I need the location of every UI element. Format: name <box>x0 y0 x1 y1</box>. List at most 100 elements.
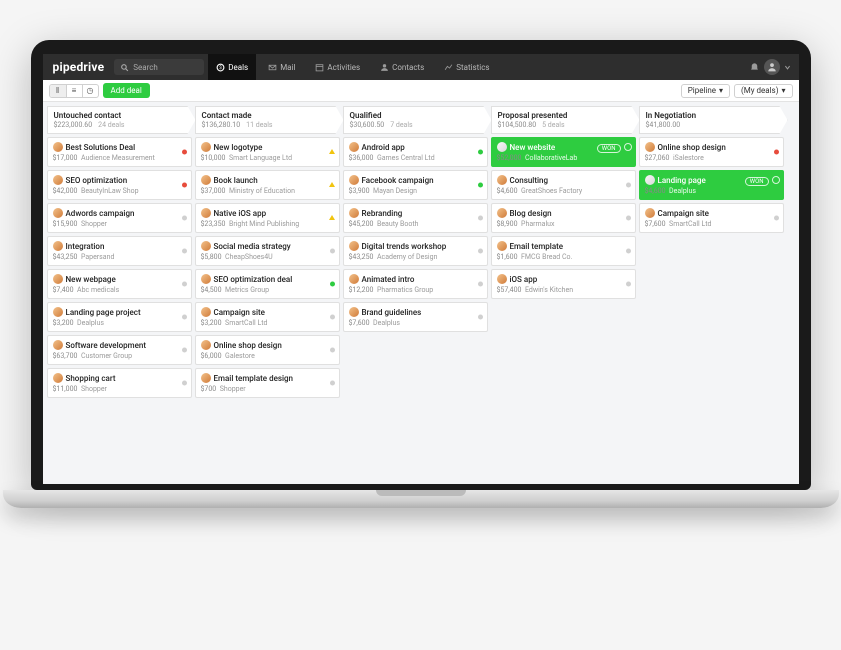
mydeals-filter[interactable]: (My deals) ▾ <box>734 84 792 98</box>
deal-card[interactable]: Brand guidelines$7,600 Dealplus <box>343 302 488 332</box>
deal-subline: $52,000 CollaborativeLab <box>497 154 630 162</box>
pipeline-column: Contact made$136,280.1011 deals New logot… <box>195 106 343 398</box>
deal-org: Mayan Design <box>373 187 417 195</box>
view-forecast-icon[interactable]: ◷ <box>82 85 98 97</box>
deal-card[interactable]: New logotype $10,000 Smart Language Ltd <box>195 137 340 167</box>
deal-title: Online shop design <box>214 341 282 350</box>
deal-card[interactable]: Adwords campaign$15,900 Shopper <box>47 203 192 233</box>
add-deal-button[interactable]: Add deal <box>103 83 150 98</box>
column-count: 11 deals <box>246 121 272 129</box>
person-avatar <box>349 274 359 284</box>
deal-title: Email template <box>510 242 564 251</box>
deal-amount: $15,900 <box>53 220 78 228</box>
chevron-down-icon[interactable] <box>784 64 791 71</box>
deal-card[interactable]: Shopping cart$11,000 Shopper <box>47 368 192 398</box>
deal-subline: $27,060 iSalestore <box>645 154 778 162</box>
deal-card[interactable]: Blog design$8,900 Pharmalux <box>491 203 636 233</box>
deal-card[interactable]: Software development$63,700 Customer Gro… <box>47 335 192 365</box>
pipeline-board: Untouched contact$223,000.6024 deals Best… <box>43 102 799 402</box>
won-indicator-icon <box>624 143 632 151</box>
column-header[interactable]: In Negotiation$41,800.00 <box>639 106 788 134</box>
deal-amount: $5,800 <box>201 253 222 261</box>
nav-mail[interactable]: Mail <box>260 54 303 80</box>
deal-card[interactable]: Rebranding$45,200 Beauty Booth <box>343 203 488 233</box>
toolbar: ǁ ≡ ◷ Add deal Pipeline ▾ (My deals) ▾ <box>43 80 799 102</box>
deal-card[interactable]: Best Solutions Deal$17,000 Audience Meas… <box>47 137 192 167</box>
deal-card[interactable]: iOS app$57,400 Edwin's Kitchen <box>491 269 636 299</box>
deal-card[interactable]: Native iOS app$23,350 Bright Mind Publis… <box>195 203 340 233</box>
won-badge: WON <box>597 144 621 153</box>
person-avatar <box>201 274 211 284</box>
deal-card[interactable]: Email template design$700 Shopper <box>195 368 340 398</box>
status-indicator-icon <box>626 183 631 188</box>
deal-card[interactable]: Android app$36,000 Games Central Ltd <box>343 137 488 167</box>
deal-card[interactable]: SEO optimization$42,000 BeautyInLaw Shop <box>47 170 192 200</box>
user-menu[interactable] <box>764 59 780 75</box>
view-toggle: ǁ ≡ ◷ <box>49 84 99 98</box>
deal-card[interactable]: Email template$1,600 FMCG Bread Co. <box>491 236 636 266</box>
column-header[interactable]: Untouched contact$223,000.6024 deals <box>47 106 196 134</box>
deal-title: New webpage <box>66 275 116 284</box>
laptop-base <box>3 490 839 508</box>
won-indicator-icon <box>772 176 780 184</box>
deal-subline: $10,000 Smart Language Ltd <box>201 154 334 162</box>
pipeline-column: In Negotiation$41,800.00 Online shop desi… <box>639 106 787 398</box>
column-title: Qualified <box>350 111 485 120</box>
person-avatar <box>53 175 63 185</box>
deal-card[interactable]: Integration$43,250 Papersand <box>47 236 192 266</box>
bell-icon[interactable] <box>749 62 760 73</box>
deal-card[interactable]: Landing page$4,600 DealplusWON <box>639 170 784 200</box>
pipeline-filter[interactable]: Pipeline ▾ <box>681 84 730 98</box>
deal-amount: $700 <box>201 385 217 393</box>
column-count: 5 deals <box>542 121 564 129</box>
deal-card[interactable]: Social media strategy$5,800 CheapShoes4U <box>195 236 340 266</box>
nav-deals[interactable]: $ Deals <box>208 54 256 80</box>
deal-subline: $4,600 GreatShoes Factory <box>497 187 630 195</box>
deal-subline: $15,900 Shopper <box>53 220 186 228</box>
status-indicator-icon <box>182 183 187 188</box>
deal-card[interactable]: Consulting$4,600 GreatShoes Factory <box>491 170 636 200</box>
status-indicator-icon <box>626 249 631 254</box>
deal-card[interactable]: Online shop design$27,060 iSalestore <box>639 137 784 167</box>
view-pipeline-icon[interactable]: ǁ <box>50 85 66 97</box>
nav-statistics[interactable]: Statistics <box>436 54 497 80</box>
laptop-frame: pipedrive Search $ Deals Mail Activities <box>31 40 811 508</box>
deal-amount: $6,000 <box>201 352 222 360</box>
deal-title: New logotype <box>214 143 263 152</box>
deal-card[interactable]: Book launch$37,000 Ministry of Education <box>195 170 340 200</box>
deal-card[interactable]: Animated intro$12,200 Pharmatics Group <box>343 269 488 299</box>
person-avatar <box>201 373 211 383</box>
deal-subline: $700 Shopper <box>201 385 334 393</box>
deal-card[interactable]: Online shop design $6,000 Galestore <box>195 335 340 365</box>
deal-title: Brand guidelines <box>362 308 422 317</box>
deal-card[interactable]: SEO optimization deal$4,500 Metrics Grou… <box>195 269 340 299</box>
view-list-icon[interactable]: ≡ <box>66 85 82 97</box>
deal-card[interactable]: Campaign site$3,200 SmartCall Ltd <box>195 302 340 332</box>
mydeals-filter-label: (My deals) <box>741 86 778 95</box>
nav-contacts-label: Contacts <box>392 63 424 72</box>
pipeline-column: Untouched contact$223,000.6024 deals Best… <box>47 106 195 398</box>
column-header[interactable]: Qualified$30,600.507 deals <box>343 106 492 134</box>
nav-activities[interactable]: Activities <box>307 54 368 80</box>
deal-org: FMCG Bread Co. <box>521 253 572 261</box>
person-avatar <box>645 175 655 185</box>
deal-subline: $45,200 Beauty Booth <box>349 220 482 228</box>
column-count: 24 deals <box>98 121 124 129</box>
deal-org: Galestore <box>225 352 255 360</box>
column-header[interactable]: Proposal presented$104,500.805 deals <box>491 106 640 134</box>
deal-card[interactable]: Digital trends workshop$43,250 Academy o… <box>343 236 488 266</box>
deal-org: Bright Mind Publishing <box>229 220 299 228</box>
nav-contacts[interactable]: Contacts <box>372 54 432 80</box>
deal-card[interactable]: Landing page project$3,200 Dealplus <box>47 302 192 332</box>
pipeline-filter-label: Pipeline <box>688 86 716 95</box>
search-box[interactable]: Search <box>114 59 204 75</box>
deal-card[interactable]: Facebook campaign$3,900 Mayan Design <box>343 170 488 200</box>
status-indicator-icon <box>774 216 779 221</box>
deal-amount: $37,000 <box>201 187 226 195</box>
deal-card[interactable]: New webpage$7,400 Abc medicals <box>47 269 192 299</box>
deal-card[interactable]: New website$52,000 CollaborativeLabWON <box>491 137 636 167</box>
deal-card[interactable]: Campaign site$7,600 SmartCall Ltd <box>639 203 784 233</box>
deal-amount: $43,250 <box>53 253 78 261</box>
deal-title: iOS app <box>510 275 538 284</box>
column-header[interactable]: Contact made$136,280.1011 deals <box>195 106 344 134</box>
